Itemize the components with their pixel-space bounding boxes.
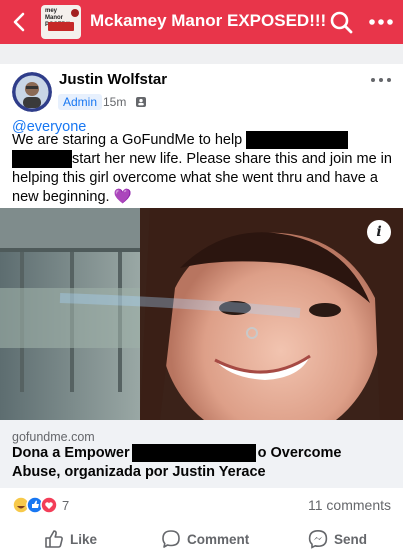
author-avatar[interactable] (12, 72, 52, 112)
post-text: We are staring a GoFundMe to help start … (12, 131, 394, 207)
group-title[interactable]: Mckamey Manor EXPOSED!!! (90, 11, 326, 31)
back-button[interactable] (6, 8, 34, 36)
comment-label: Comment (187, 531, 250, 547)
link-title-part1: Dona a Empower (12, 445, 130, 461)
like-button[interactable]: Like (44, 526, 97, 552)
link-title[interactable]: Dona a Empower o Overcome Abuse, organiza… (12, 444, 392, 482)
group-audience-icon (136, 97, 146, 107)
photo-image (0, 208, 403, 420)
link-domain: gofundme.com (12, 430, 95, 444)
send-button[interactable]: Send (308, 526, 367, 552)
comment-button[interactable]: Comment (161, 526, 249, 552)
group-thumbnail-logo (71, 9, 79, 17)
header-more-button[interactable] (366, 8, 396, 36)
search-button[interactable] (327, 8, 355, 36)
redaction-bar (131, 444, 256, 463)
author-name[interactable]: Justin Wolfstar (59, 71, 167, 88)
post-timestamp[interactable]: 15m (103, 94, 126, 110)
avatar-image (12, 72, 52, 112)
more-horizontal-icon (371, 78, 391, 82)
group-thumbnail[interactable]: mey Manor POSED!! (41, 5, 81, 39)
post-photo[interactable] (0, 208, 403, 420)
like-label: Like (70, 531, 98, 547)
feed-separator (0, 44, 403, 64)
like-icon (45, 530, 63, 548)
info-icon: i (376, 224, 382, 240)
reaction-count[interactable]: 7 (62, 498, 69, 513)
more-horizontal-icon (369, 19, 393, 25)
post-options-button[interactable] (369, 73, 393, 87)
chevron-left-icon (13, 12, 25, 32)
messenger-send-icon (308, 529, 328, 549)
reaction-summary[interactable] (12, 496, 60, 514)
admin-badge: Admin (58, 94, 103, 110)
reaction-icons (12, 496, 58, 514)
comment-icon (162, 530, 180, 548)
post-text-part1: We are staring a GoFundMe to help (12, 132, 243, 148)
group-thumbnail-graphic (48, 22, 74, 31)
purple-heart-emoji: 💜 (113, 189, 132, 205)
send-label: Send (334, 531, 368, 547)
redaction-bar (12, 150, 72, 169)
group-header: mey Manor POSED!! Mckamey Manor EXPOSED!… (0, 0, 403, 44)
comments-count[interactable]: 11 comments (291, 497, 391, 513)
search-icon (330, 11, 353, 34)
redaction-bar (246, 131, 349, 150)
ad-info-button[interactable]: i (367, 220, 391, 244)
